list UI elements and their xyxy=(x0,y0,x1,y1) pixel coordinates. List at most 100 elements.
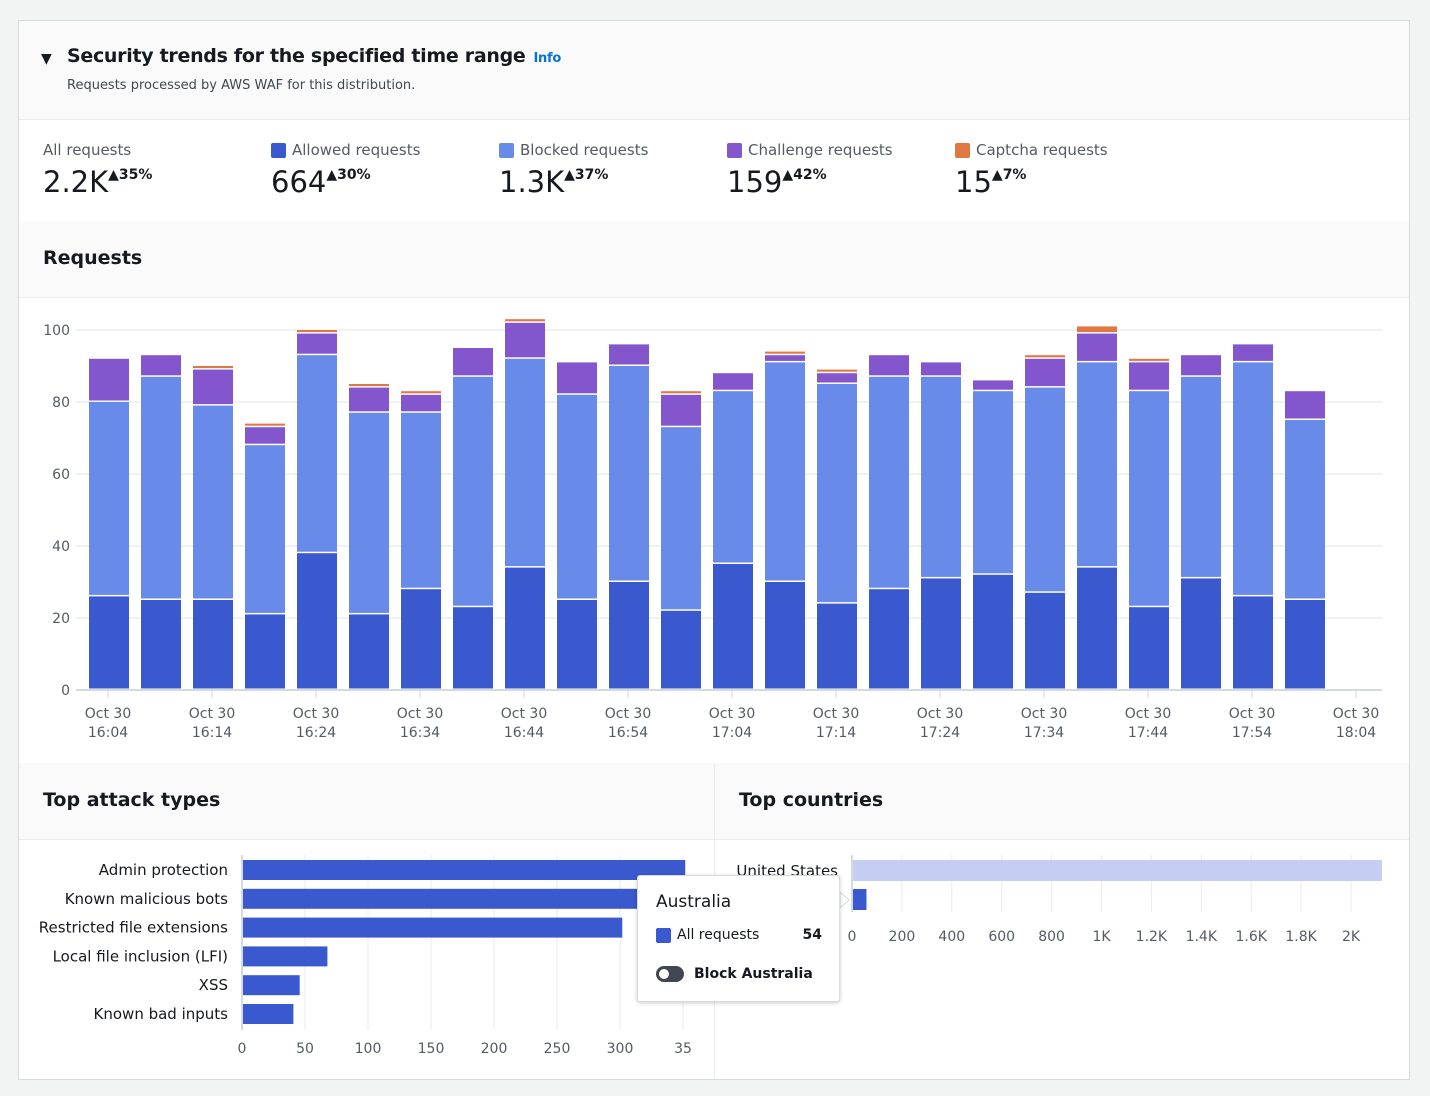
bar-segment-blocked-requests xyxy=(713,391,753,563)
x-tick-label: 17:34 xyxy=(1024,725,1064,741)
x-tick-label: 1K xyxy=(1092,929,1111,945)
bar-segment-blocked-requests xyxy=(869,376,909,588)
bar-segment-blocked-requests xyxy=(89,402,129,595)
bar-segment-blocked-requests xyxy=(401,412,441,588)
block-country-toggle[interactable]: Block Australia xyxy=(656,966,813,982)
x-tick-label: 150 xyxy=(418,1041,445,1057)
y-tick-label: 80 xyxy=(52,395,70,411)
bar-segment-challenge-requests xyxy=(973,380,1013,390)
bar-segment-blocked-requests xyxy=(245,445,285,613)
attack-type-bar xyxy=(243,888,684,909)
attack-type-bar xyxy=(243,946,328,967)
bar-segment-allowed-requests xyxy=(141,600,181,689)
bar-segment-challenge-requests xyxy=(141,355,181,376)
tooltip-series-label: All requests xyxy=(677,927,760,943)
toggle-switch-icon[interactable] xyxy=(656,966,684,982)
bar-segment-blocked-requests xyxy=(1181,376,1221,577)
x-tick-label: 200 xyxy=(889,929,916,945)
x-tick-label: 18:04 xyxy=(1336,725,1376,741)
x-tick-label: Oct 30 xyxy=(1021,706,1067,722)
bar-segment-captcha-requests xyxy=(765,351,805,354)
attack-type-label: Restricted file extensions xyxy=(39,919,228,937)
bar-segment-challenge-requests xyxy=(557,362,597,394)
x-tick-label: 2K xyxy=(1342,929,1361,945)
x-tick-label: Oct 30 xyxy=(397,706,443,722)
tooltip-title: Australia xyxy=(656,892,732,912)
bar-segment-challenge-requests xyxy=(505,322,545,358)
bar-segment-allowed-requests xyxy=(869,589,909,689)
x-tick-label: 16:24 xyxy=(296,725,336,741)
bar-segment-challenge-requests xyxy=(1181,355,1221,376)
bar-segment-captcha-requests xyxy=(817,369,857,372)
x-tick-label: Oct 30 xyxy=(605,706,651,722)
bar-segment-blocked-requests xyxy=(817,384,857,603)
x-tick-label: Oct 30 xyxy=(709,706,755,722)
y-tick-label: 100 xyxy=(43,323,70,339)
attack-type-label: Local file inclusion (LFI) xyxy=(53,947,228,965)
bar-segment-blocked-requests xyxy=(765,362,805,581)
attack-type-label: Known malicious bots xyxy=(65,890,228,908)
x-tick-label: 16:04 xyxy=(88,725,128,741)
x-tick-label: Oct 30 xyxy=(1229,706,1275,722)
toggle-label: Block Australia xyxy=(694,966,813,982)
bar-segment-allowed-requests xyxy=(1285,600,1325,689)
x-tick-label: 50 xyxy=(296,1041,314,1057)
bar-segment-allowed-requests xyxy=(453,607,493,689)
bar-segment-blocked-requests xyxy=(1077,362,1117,567)
bar-segment-challenge-requests xyxy=(661,394,701,426)
attack-type-label: Known bad inputs xyxy=(94,1005,229,1023)
bar-segment-captcha-requests xyxy=(349,384,389,387)
x-tick-label: 1.2K xyxy=(1136,929,1168,945)
x-tick-label: 600 xyxy=(988,929,1015,945)
x-tick-label: 1.6K xyxy=(1235,929,1267,945)
bar-segment-blocked-requests xyxy=(193,405,233,599)
attack-type-label: Admin protection xyxy=(99,861,228,879)
bar-segment-blocked-requests xyxy=(141,376,181,599)
x-tick-label: 800 xyxy=(1038,929,1065,945)
bar-segment-captcha-requests xyxy=(1077,326,1117,333)
bar-segment-allowed-requests xyxy=(765,582,805,689)
x-tick-label: Oct 30 xyxy=(1333,706,1379,722)
bar-segment-blocked-requests xyxy=(1025,387,1065,592)
bar-segment-allowed-requests xyxy=(1077,567,1117,689)
x-tick-label: 17:14 xyxy=(816,725,856,741)
bar-segment-allowed-requests xyxy=(557,600,597,689)
bar-segment-challenge-requests xyxy=(1129,362,1169,390)
bar-segment-challenge-requests xyxy=(89,358,129,401)
bar-segment-challenge-requests xyxy=(1077,333,1117,361)
bar-segment-allowed-requests xyxy=(505,567,545,689)
bar-segment-blocked-requests xyxy=(921,376,961,577)
attack-type-bar xyxy=(243,1004,294,1024)
y-tick-label: 20 xyxy=(52,611,70,627)
x-tick-label: Oct 30 xyxy=(85,706,131,722)
bar-segment-allowed-requests xyxy=(713,564,753,689)
x-tick-label: Oct 30 xyxy=(1125,706,1171,722)
x-tick-label: 200 xyxy=(481,1041,508,1057)
x-tick-label: Oct 30 xyxy=(501,706,547,722)
bar-segment-challenge-requests xyxy=(1233,344,1273,361)
bar-segment-blocked-requests xyxy=(557,394,597,599)
bar-segment-allowed-requests xyxy=(245,614,285,689)
bar-segment-blocked-requests xyxy=(1233,362,1273,595)
x-tick-label: 16:44 xyxy=(504,725,544,741)
bar-segment-challenge-requests xyxy=(401,394,441,412)
bar-segment-allowed-requests xyxy=(193,600,233,689)
attack-type-bar xyxy=(243,975,300,996)
bar-segment-allowed-requests xyxy=(661,610,701,689)
bar-segment-challenge-requests xyxy=(245,427,285,444)
x-tick-label: 400 xyxy=(938,929,965,945)
x-tick-label: 1.8K xyxy=(1285,929,1317,945)
bar-segment-allowed-requests xyxy=(1025,592,1065,689)
attack-type-bar xyxy=(243,860,686,880)
legend-swatch xyxy=(656,927,671,943)
bar-segment-blocked-requests xyxy=(297,355,337,552)
bar-segment-captcha-requests xyxy=(505,319,545,322)
country-tooltip: Australia All requests 54 Block Australia xyxy=(637,875,840,1002)
bar-segment-captcha-requests xyxy=(245,423,285,426)
x-tick-label: 1.4K xyxy=(1186,929,1218,945)
bar-segment-allowed-requests xyxy=(297,553,337,689)
bar-segment-blocked-requests xyxy=(661,427,701,610)
y-tick-label: 60 xyxy=(52,467,70,483)
x-tick-label: 17:44 xyxy=(1128,725,1168,741)
bar-segment-blocked-requests xyxy=(505,358,545,567)
